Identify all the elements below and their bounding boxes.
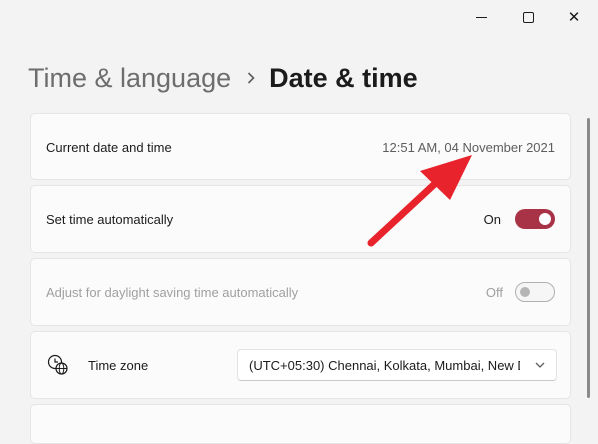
time-zone-card: Time zone (UTC+05:30) Chennai, Kolkata, … [30, 331, 571, 399]
close-icon: ✕ [567, 9, 581, 26]
next-setting-card [30, 404, 571, 444]
page-title: Date & time [269, 62, 418, 93]
chevron-down-icon [535, 362, 545, 368]
breadcrumb: Time & language Date & time [28, 58, 578, 98]
current-date-time-card: Current date and time 12:51 AM, 04 Novem… [30, 113, 571, 180]
title-bar: ✕ [0, 0, 598, 34]
chevron-right-icon [247, 72, 255, 84]
daylight-saving-label: Adjust for daylight saving time automati… [46, 285, 299, 300]
time-zone-dropdown[interactable]: (UTC+05:30) Chennai, Kolkata, Mumbai, Ne… [237, 349, 557, 381]
toggle-knob [539, 213, 551, 225]
daylight-saving-card: Adjust for daylight saving time automati… [30, 258, 571, 326]
toggle-knob [520, 287, 530, 297]
maximize-icon [522, 11, 534, 23]
globe-clock-icon [47, 354, 68, 375]
close-button[interactable]: ✕ [551, 0, 597, 34]
minimize-icon [475, 16, 487, 18]
daylight-saving-state: Off [485, 285, 503, 300]
time-zone-label: Time zone [88, 358, 149, 373]
maximize-button[interactable] [505, 0, 551, 34]
set-time-automatically-toggle[interactable] [515, 209, 555, 229]
breadcrumb-parent-link[interactable]: Time & language [28, 63, 231, 94]
time-zone-selected-value: (UTC+05:30) Chennai, Kolkata, Mumbai, Ne… [249, 358, 520, 373]
current-date-time-value: 12:51 AM, 04 November 2021 [382, 140, 555, 155]
scrollbar[interactable] [587, 118, 590, 398]
current-date-time-label: Current date and time [46, 140, 172, 155]
set-time-automatically-state: On [483, 212, 501, 227]
set-time-automatically-card: Set time automatically On [30, 185, 571, 253]
daylight-saving-toggle[interactable] [515, 282, 555, 302]
set-time-automatically-label: Set time automatically [46, 212, 174, 227]
minimize-button[interactable] [458, 0, 504, 34]
